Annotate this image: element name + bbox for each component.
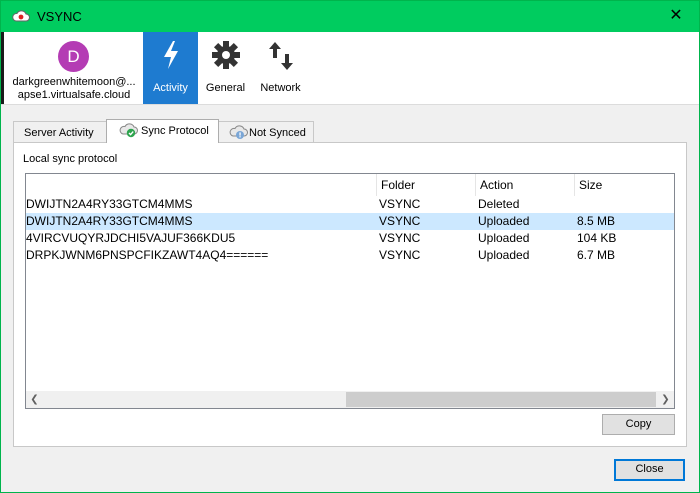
close-window-button[interactable]: ✕ — [663, 3, 689, 29]
tab-server-activity[interactable]: Server Activity — [13, 121, 107, 142]
scroll-left-icon[interactable]: ❮ — [26, 391, 43, 408]
column-header-name[interactable] — [26, 174, 376, 196]
cell-name: DWIJTN2A4RY33GTCM4MMS — [26, 214, 193, 228]
cell-action: Uploaded — [478, 248, 530, 262]
tab-sync-protocol[interactable]: Sync Protocol — [106, 119, 219, 143]
transfer-arrows-icon — [268, 42, 293, 70]
scroll-right-icon[interactable]: ❯ — [657, 391, 674, 408]
cell-name: DRPKJWNM6PNSPCFIKZAWT4AQ4====== — [26, 248, 269, 262]
section-label: Local sync protocol — [23, 153, 118, 165]
column-header-folder[interactable]: Folder — [376, 174, 475, 196]
column-header-action[interactable]: Action — [475, 174, 574, 196]
account-name-line2: apse1.virtualsafe.cloud — [17, 89, 131, 101]
vsync-window: VSYNC ✕ D darkgreenwhitemoon@... apse1.v… — [0, 0, 700, 493]
window-title: VSYNC — [37, 9, 82, 24]
column-header-size[interactable]: Size — [574, 174, 674, 196]
copy-button[interactable]: Copy — [602, 414, 675, 435]
header-divider — [1, 104, 699, 105]
avatar[interactable]: D — [58, 41, 89, 72]
lightning-icon — [163, 41, 178, 69]
nav-network-label: Network — [260, 82, 301, 94]
close-button[interactable]: Close — [614, 459, 685, 481]
tab-server-activity-label: Server Activity — [24, 127, 94, 139]
cell-size: 6.7 MB — [577, 248, 616, 262]
gear-icon — [211, 41, 240, 69]
scrollbar-thumb[interactable] — [346, 392, 656, 407]
account-name: darkgreenwhitemoon@... apse1.virtualsafe… — [1, 76, 147, 102]
tab-not-synced[interactable]: Not Synced — [218, 121, 314, 142]
nav-network[interactable]: Network — [253, 32, 308, 104]
cell-name: DWIJTN2A4RY33GTCM4MMS — [26, 197, 193, 211]
cell-folder: VSYNC — [379, 231, 421, 245]
cloud-check-icon — [119, 122, 139, 145]
cell-size: 104 KB — [577, 231, 617, 245]
nav-general-label: General — [205, 82, 246, 94]
title-bar[interactable]: VSYNC ✕ — [1, 1, 699, 32]
table-row[interactable]: 4VIRCVUQYRJDCHI5VAJUF366KDU5 VSYNC Uploa… — [26, 230, 674, 247]
nav-activity-label: Activity — [153, 82, 188, 94]
cloud-app-icon — [12, 10, 30, 22]
sync-protocol-list[interactable]: Folder Action Size DWIJTN2A4RY33GTCM4MMS… — [25, 173, 675, 409]
cell-action: Uploaded — [478, 214, 530, 228]
table-row[interactable]: DWIJTN2A4RY33GTCM4MMS VSYNC Deleted — [26, 196, 674, 213]
cell-folder: VSYNC — [379, 197, 421, 211]
nav-general[interactable]: General — [198, 32, 253, 104]
header-toolbar: D darkgreenwhitemoon@... apse1.virtualsa… — [1, 32, 699, 104]
table-row[interactable]: DWIJTN2A4RY33GTCM4MMS VSYNC Uploaded 8.5… — [26, 213, 674, 230]
account-name-line1: darkgreenwhitemoon@... — [12, 76, 136, 88]
tab-sync-protocol-label: Sync Protocol — [141, 125, 209, 137]
cell-action: Uploaded — [478, 231, 530, 245]
cell-action: Deleted — [478, 197, 520, 211]
sync-protocol-panel: Local sync protocol Folder Action Size D… — [13, 142, 687, 447]
horizontal-scrollbar[interactable]: ❮ ❯ — [26, 391, 674, 408]
tab-not-synced-label: Not Synced — [249, 127, 306, 139]
cell-size: 8.5 MB — [577, 214, 616, 228]
nav-activity[interactable]: Activity — [143, 32, 198, 104]
cell-folder: VSYNC — [379, 248, 421, 262]
cell-name: 4VIRCVUQYRJDCHI5VAJUF366KDU5 — [26, 231, 236, 245]
cell-folder: VSYNC — [379, 214, 421, 228]
table-row[interactable]: DRPKJWNM6PNSPCFIKZAWT4AQ4====== VSYNC Up… — [26, 247, 674, 264]
